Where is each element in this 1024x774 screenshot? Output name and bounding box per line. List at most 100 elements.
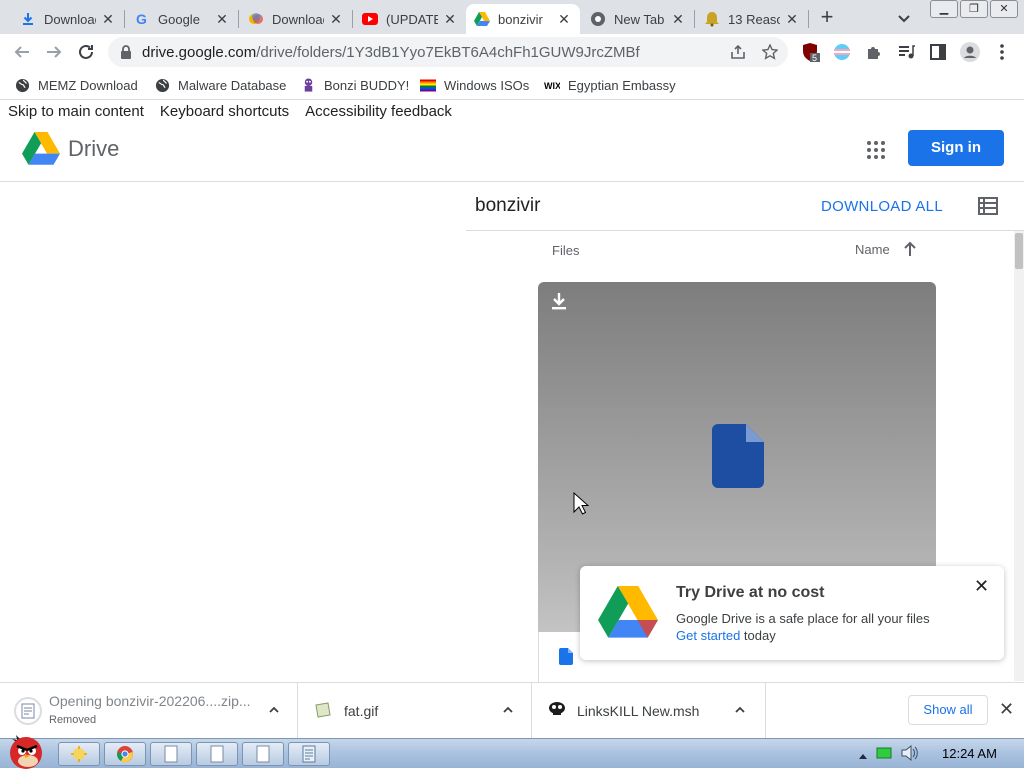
drive-icon: [474, 11, 490, 27]
google-apps-icon[interactable]: [866, 140, 886, 165]
bookmark-bonzi-buddy[interactable]: Bonzi BUDDY!: [300, 76, 409, 94]
trans-flag-extension-icon[interactable]: [832, 42, 852, 62]
profile-avatar-icon[interactable]: [960, 42, 980, 62]
media-controls-icon[interactable]: [896, 42, 916, 62]
globe-icon: [154, 77, 170, 93]
tab-downloads-2[interactable]: Downloads ✕: [240, 4, 352, 34]
drive-logo-icon: [598, 586, 658, 643]
extensions-puzzle-icon[interactable]: [864, 42, 884, 62]
scrollbar-thumb[interactable]: [1015, 233, 1023, 269]
tab-new-tab[interactable]: New Tab ✕: [582, 4, 694, 34]
address-bar[interactable]: drive.google.com/drive/folders/1Y3dB1Yyo…: [108, 37, 788, 67]
promo-cta: Get started today: [676, 628, 776, 643]
clock[interactable]: 12:24 AM: [942, 746, 997, 761]
bonzi-icon: [300, 77, 316, 93]
bookmark-malware-database[interactable]: Malware Database: [154, 76, 286, 94]
taskbar-document-button[interactable]: [242, 742, 284, 766]
network-icon[interactable]: [876, 746, 892, 765]
tab-close-icon[interactable]: ✕: [556, 11, 572, 27]
opening-file-icon: [14, 697, 42, 730]
download-item[interactable]: LinksKILL New.msh: [532, 683, 766, 739]
taskbar-document-button[interactable]: [196, 742, 238, 766]
promo-title: Try Drive at no cost: [676, 584, 825, 601]
chevron-up-icon[interactable]: [268, 703, 280, 721]
chevron-up-icon[interactable]: [734, 703, 746, 721]
download-all-button[interactable]: DOWNLOAD ALL: [821, 198, 943, 215]
tab-google[interactable]: G Google ✕: [126, 4, 238, 34]
colorful-icon: [248, 11, 264, 27]
back-button[interactable]: [10, 40, 34, 64]
window-controls: ▁ ❐ ✕: [930, 0, 1018, 18]
bookmark-windows-isos[interactable]: Windows ISOs: [420, 76, 529, 94]
tab-close-icon[interactable]: ✕: [670, 11, 686, 27]
system-tray: [858, 744, 918, 766]
list-view-icon[interactable]: [978, 197, 998, 220]
tab-strip: Downloads ✕ G Google ✕ Downloads ✕ (UPDA…: [0, 0, 1024, 34]
sort-up-arrow-icon[interactable]: [903, 241, 917, 262]
show-hidden-icons-icon[interactable]: [858, 747, 868, 765]
tab-downloads[interactable]: Downloads ✕: [12, 4, 124, 34]
get-started-link[interactable]: Get started: [676, 628, 740, 643]
tab-youtube[interactable]: (UPDATE ✕: [354, 4, 466, 34]
download-filename: fat.gif: [344, 703, 379, 719]
browser-toolbar: drive.google.com/drive/folders/1Y3dB1Yyo…: [0, 34, 1024, 70]
tab-close-icon[interactable]: ✕: [784, 11, 800, 27]
name-sort-button[interactable]: Name: [855, 242, 890, 257]
bell-icon: [704, 11, 720, 27]
msh-file-icon: [548, 701, 566, 722]
reload-button[interactable]: [74, 40, 98, 64]
bookmark-egyptian-embassy[interactable]: WIX Egyptian Embassy: [544, 76, 676, 94]
drive-logo-icon[interactable]: [22, 132, 60, 170]
tab-bonzivir[interactable]: bonzivir ✕: [466, 4, 580, 34]
restore-button[interactable]: ❐: [960, 0, 988, 18]
gif-file-icon: [314, 701, 332, 724]
share-icon[interactable]: [730, 44, 746, 60]
tab-search-chevron-icon[interactable]: [894, 8, 914, 28]
forward-button[interactable]: [42, 40, 66, 64]
download-icon[interactable]: [550, 292, 568, 315]
taskbar-chrome-button[interactable]: [104, 742, 146, 766]
download-filename: Opening bonzivir-202206....zip...: [49, 693, 251, 709]
mouse-cursor-icon: [573, 491, 590, 521]
download-shelf: Opening bonzivir-202206....zip... Remove…: [0, 682, 1024, 739]
tab-close-icon[interactable]: ✕: [214, 11, 230, 27]
file-document-icon: [712, 424, 764, 493]
folder-title: bonzivir: [475, 195, 541, 216]
bookmarks-bar: MEMZ Download Malware Database Bonzi BUD…: [0, 70, 1024, 100]
lock-icon[interactable]: [120, 45, 132, 64]
svg-text:5: 5: [812, 53, 817, 62]
taskbar: 12:24 AM: [0, 735, 1024, 769]
bookmark-memz[interactable]: MEMZ Download: [14, 76, 138, 94]
taskbar-notepad-button[interactable]: [288, 742, 330, 766]
download-status: Removed: [49, 714, 97, 726]
tab-close-icon[interactable]: ✕: [328, 11, 344, 27]
minimize-button[interactable]: ▁: [930, 0, 958, 18]
close-icon[interactable]: ✕: [974, 576, 989, 597]
url-text: drive.google.com/drive/folders/1Y3dB1Yyo…: [142, 44, 640, 61]
tab-close-icon[interactable]: ✕: [100, 11, 116, 27]
chrome-icon: [590, 11, 606, 27]
scrollbar-track[interactable]: [1014, 231, 1024, 681]
ublock-extension-icon[interactable]: 5: [802, 42, 822, 62]
close-shelf-icon[interactable]: ✕: [999, 699, 1014, 720]
tab-close-icon[interactable]: ✕: [442, 11, 458, 27]
taskbar-document-button[interactable]: [150, 742, 192, 766]
side-panel-icon[interactable]: [928, 42, 948, 62]
drive-product-name[interactable]: Drive: [68, 136, 119, 162]
bookmark-star-icon[interactable]: [761, 43, 779, 60]
new-tab-button[interactable]: +: [814, 6, 840, 30]
show-all-button[interactable]: Show all: [908, 695, 988, 725]
tab-13-reasons[interactable]: 13 Reasons ✕: [696, 4, 808, 34]
svg-text:WIX: WIX: [544, 81, 560, 90]
close-window-button[interactable]: ✕: [990, 0, 1018, 18]
promo-text: Google Drive is a safe place for all you…: [676, 611, 930, 626]
svg-text:G: G: [136, 11, 147, 27]
sign-in-button[interactable]: Sign in: [908, 130, 1004, 166]
menu-kebab-icon[interactable]: [992, 42, 1012, 62]
chevron-up-icon[interactable]: [502, 703, 514, 721]
volume-icon[interactable]: [900, 744, 918, 766]
taskbar-explorer-button[interactable]: [58, 742, 100, 766]
youtube-icon: [362, 11, 378, 27]
file-type-icon: [559, 648, 573, 670]
download-item[interactable]: fat.gif: [298, 683, 532, 739]
